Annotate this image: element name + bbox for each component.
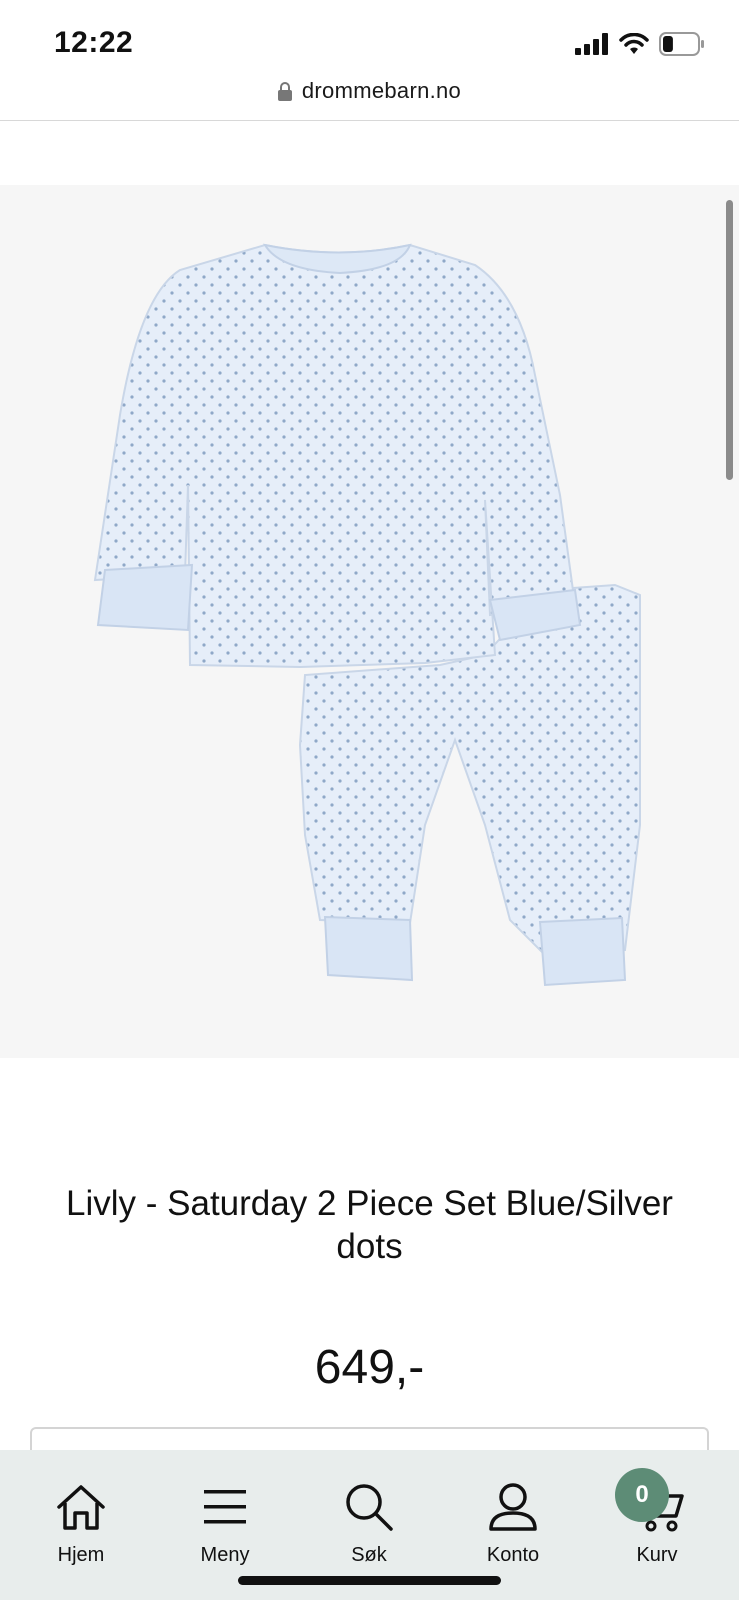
- product-image[interactable]: [0, 185, 739, 1058]
- nav-item-account[interactable]: Konto: [463, 1480, 563, 1567]
- cart-count-badge[interactable]: 0: [615, 1468, 669, 1522]
- status-time: 12:22: [54, 26, 134, 59]
- nav-label-cart: Kurv: [636, 1544, 678, 1566]
- home-indicator: [238, 1576, 501, 1585]
- url-text: drommebarn.no: [301, 78, 462, 103]
- nav-label-search: Søk: [351, 1544, 387, 1566]
- menu-icon: [204, 1490, 246, 1524]
- page-scrollbar[interactable]: [726, 200, 733, 480]
- status-bar: 12:22: [0, 0, 739, 70]
- signal-icon: [575, 33, 608, 55]
- nav-item-menu[interactable]: Meny: [175, 1480, 275, 1567]
- nav-item-search[interactable]: Søk: [319, 1480, 419, 1567]
- nav-label-home: Hjem: [57, 1544, 105, 1566]
- lock-icon: [277, 81, 292, 101]
- nav-item-home[interactable]: Hjem: [31, 1480, 131, 1567]
- user-icon: [489, 1483, 537, 1531]
- search-icon: [346, 1484, 393, 1531]
- browser-url-bar[interactable]: drommebarn.no: [0, 70, 739, 121]
- pajama-set-image: [93, 243, 641, 987]
- battery-icon: [659, 32, 704, 56]
- product-title: Livly - Saturday 2 Piece Set Blue/Silver…: [66, 1184, 673, 1266]
- nav-label-account: Konto: [486, 1544, 540, 1566]
- product-price: 649,-: [314, 1341, 425, 1394]
- wifi-icon: [619, 33, 649, 54]
- home-icon: [57, 1485, 105, 1530]
- nav-label-menu: Meny: [200, 1544, 250, 1566]
- status-icons: [575, 32, 705, 56]
